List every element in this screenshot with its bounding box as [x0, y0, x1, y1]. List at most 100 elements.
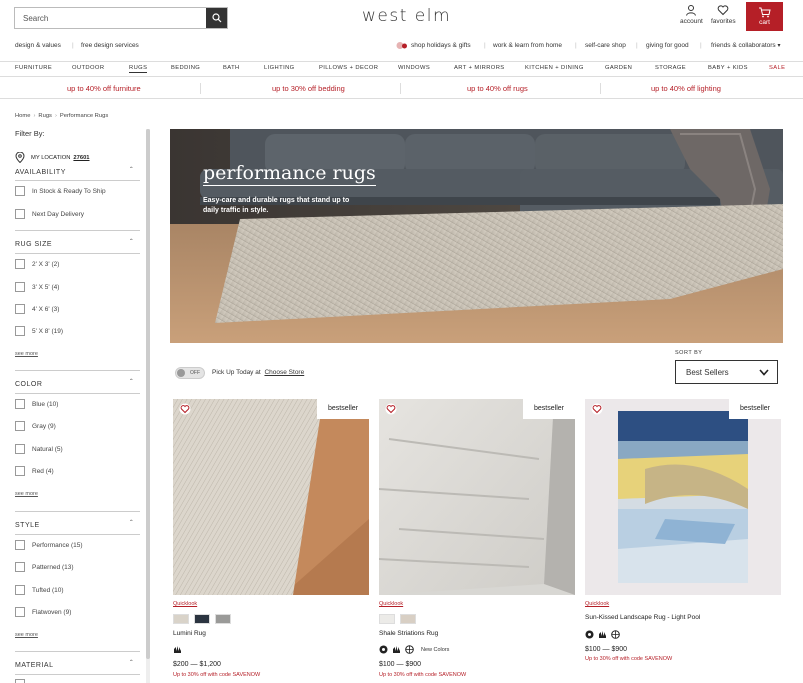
- color-swatch[interactable]: [173, 614, 189, 624]
- promo-link-rugs[interactable]: up to 40% off rugs: [467, 84, 528, 93]
- quicklook-link[interactable]: Quicklook: [585, 601, 609, 607]
- search-bar[interactable]: [14, 7, 228, 29]
- cart-button[interactable]: cart: [746, 2, 783, 31]
- checkbox[interactable]: [15, 679, 25, 683]
- checkbox[interactable]: [15, 607, 25, 617]
- nav-item-lighting[interactable]: LIGHTING: [264, 65, 295, 71]
- checkbox[interactable]: [15, 399, 25, 409]
- see-more-link[interactable]: see more: [15, 632, 38, 638]
- product-name[interactable]: Lumini Rug: [173, 630, 206, 637]
- nav-item-outdoor[interactable]: OUTDOOR: [72, 65, 104, 71]
- checkbox[interactable]: [15, 466, 25, 476]
- checkbox[interactable]: [15, 421, 25, 431]
- nav-item-windows[interactable]: WINDOWS: [398, 65, 430, 71]
- color-swatch[interactable]: [194, 614, 210, 624]
- filter-option-size[interactable]: 5' X 8' (19): [15, 326, 63, 336]
- checkbox[interactable]: [15, 562, 25, 572]
- choose-store-link[interactable]: Choose Store: [264, 369, 304, 376]
- product-image[interactable]: bestseller: [585, 399, 781, 595]
- nav-item-baby-kids[interactable]: BABY + KIDS: [708, 65, 748, 71]
- product-name[interactable]: Sun-Kissed Landscape Rug - Light Pool: [585, 614, 700, 621]
- filter-section-style[interactable]: STYLE: [15, 522, 40, 529]
- chevron-up-icon[interactable]: ˆ: [130, 238, 133, 247]
- see-more-link[interactable]: see more: [15, 351, 38, 357]
- product-name[interactable]: Shale Striations Rug: [379, 630, 438, 637]
- quicklook-link[interactable]: Quicklook: [173, 601, 197, 607]
- pickup-toggle[interactable]: OFF: [175, 367, 205, 379]
- chevron-up-icon[interactable]: ˆ: [130, 659, 133, 668]
- filter-option-material[interactable]: [15, 679, 32, 683]
- see-more-link[interactable]: see more: [15, 491, 38, 497]
- filter-option-color[interactable]: Natural (5): [15, 444, 63, 454]
- product-image[interactable]: bestseller: [173, 399, 369, 595]
- nav-item-pillows-decor[interactable]: PILLOWS + DECOR: [319, 65, 378, 71]
- checkbox[interactable]: [15, 259, 25, 269]
- promo-link-bedding[interactable]: up to 30% off bedding: [272, 84, 345, 93]
- filter-option-size[interactable]: 4' X 6' (3): [15, 304, 59, 314]
- checkbox[interactable]: [15, 282, 25, 292]
- nav-item-kitchen-dining[interactable]: KITCHEN + DINING: [525, 65, 584, 71]
- filter-option-style[interactable]: Performance (15): [15, 540, 83, 550]
- filter-option-color[interactable]: Red (4): [15, 466, 54, 476]
- filter-option-style[interactable]: Tufted (10): [15, 585, 64, 595]
- favorite-heart-icon[interactable]: [385, 403, 397, 415]
- search-input[interactable]: [15, 8, 206, 28]
- filter-section-availability[interactable]: AVAILABILITY: [15, 169, 66, 176]
- filter-option-style[interactable]: Flatwoven (9): [15, 607, 71, 617]
- filter-option-size[interactable]: 2' X 3' (2): [15, 259, 59, 269]
- checkbox[interactable]: [15, 326, 25, 336]
- checkbox[interactable]: [15, 585, 25, 595]
- product-card[interactable]: bestseller Quicklook Lumini Rug $200 — $…: [173, 399, 369, 678]
- account-button[interactable]: account: [680, 4, 703, 25]
- filter-section-material[interactable]: MATERIAL: [15, 662, 54, 669]
- subnav-link-giving[interactable]: giving for good: [646, 42, 689, 49]
- chevron-up-icon[interactable]: ˆ: [130, 166, 133, 175]
- nav-item-art-mirrors[interactable]: ART + MIRRORS: [454, 65, 505, 71]
- nav-item-storage[interactable]: STORAGE: [655, 65, 686, 71]
- filter-option-in-stock[interactable]: In Stock & Ready To Ship: [15, 186, 106, 196]
- product-card[interactable]: bestseller Quicklook Sun-Kissed Landscap…: [585, 399, 781, 662]
- promo-link-lighting[interactable]: up to 40% off lighting: [651, 84, 721, 93]
- subnav-link-friends[interactable]: friends & collaborators ▾: [711, 42, 781, 49]
- nav-item-bedding[interactable]: BEDDING: [171, 65, 200, 71]
- checkbox[interactable]: [15, 444, 25, 454]
- color-swatch[interactable]: [215, 614, 231, 624]
- subnav-link-holidays[interactable]: shop holidays & gifts: [411, 42, 471, 49]
- sort-select[interactable]: Best Sellers: [675, 360, 778, 384]
- sidebar-scrollbar[interactable]: [146, 129, 150, 683]
- subnav-link-self-care[interactable]: self-care shop: [585, 42, 626, 49]
- favorite-heart-icon[interactable]: [591, 403, 603, 415]
- filter-section-rug-size[interactable]: RUG SIZE: [15, 241, 52, 248]
- nav-item-rugs[interactable]: RUGS: [129, 65, 148, 73]
- checkbox[interactable]: [15, 209, 25, 219]
- color-swatch[interactable]: [379, 614, 395, 624]
- product-image[interactable]: bestseller: [379, 399, 575, 595]
- nav-item-furniture[interactable]: FURNITURE: [15, 65, 52, 71]
- subnav-link-work-learn[interactable]: work & learn from home: [493, 42, 562, 49]
- subnav-link-free-design[interactable]: free design services: [81, 42, 139, 49]
- color-swatch[interactable]: [400, 614, 416, 624]
- my-location[interactable]: MY LOCATION 27601: [15, 152, 90, 163]
- filter-option-next-day[interactable]: Next Day Delivery: [15, 209, 84, 219]
- chevron-up-icon[interactable]: ˆ: [130, 519, 133, 528]
- promo-link-furniture[interactable]: up to 40% off furniture: [67, 84, 141, 93]
- filter-option-size[interactable]: 3' X 5' (4): [15, 282, 59, 292]
- filter-option-color[interactable]: Gray (9): [15, 421, 56, 431]
- nav-item-garden[interactable]: GARDEN: [605, 65, 632, 71]
- filter-option-style[interactable]: Patterned (13): [15, 562, 74, 572]
- zip-link[interactable]: 27601: [73, 155, 89, 161]
- chevron-up-icon[interactable]: ˆ: [130, 378, 133, 387]
- scrollbar-thumb[interactable]: [146, 129, 150, 659]
- nav-item-bath[interactable]: BATH: [223, 65, 240, 71]
- breadcrumb-rugs[interactable]: Rugs: [38, 113, 52, 119]
- checkbox[interactable]: [15, 540, 25, 550]
- search-button[interactable]: [206, 8, 227, 28]
- breadcrumb-home[interactable]: Home: [15, 113, 30, 119]
- subnav-link-design-values[interactable]: design & values: [15, 42, 61, 49]
- checkbox[interactable]: [15, 304, 25, 314]
- favorites-button[interactable]: favorites: [711, 4, 736, 25]
- checkbox[interactable]: [15, 186, 25, 196]
- filter-section-color[interactable]: COLOR: [15, 381, 42, 388]
- quicklook-link[interactable]: Quicklook: [379, 601, 403, 607]
- nav-item-sale[interactable]: SALE: [769, 65, 785, 71]
